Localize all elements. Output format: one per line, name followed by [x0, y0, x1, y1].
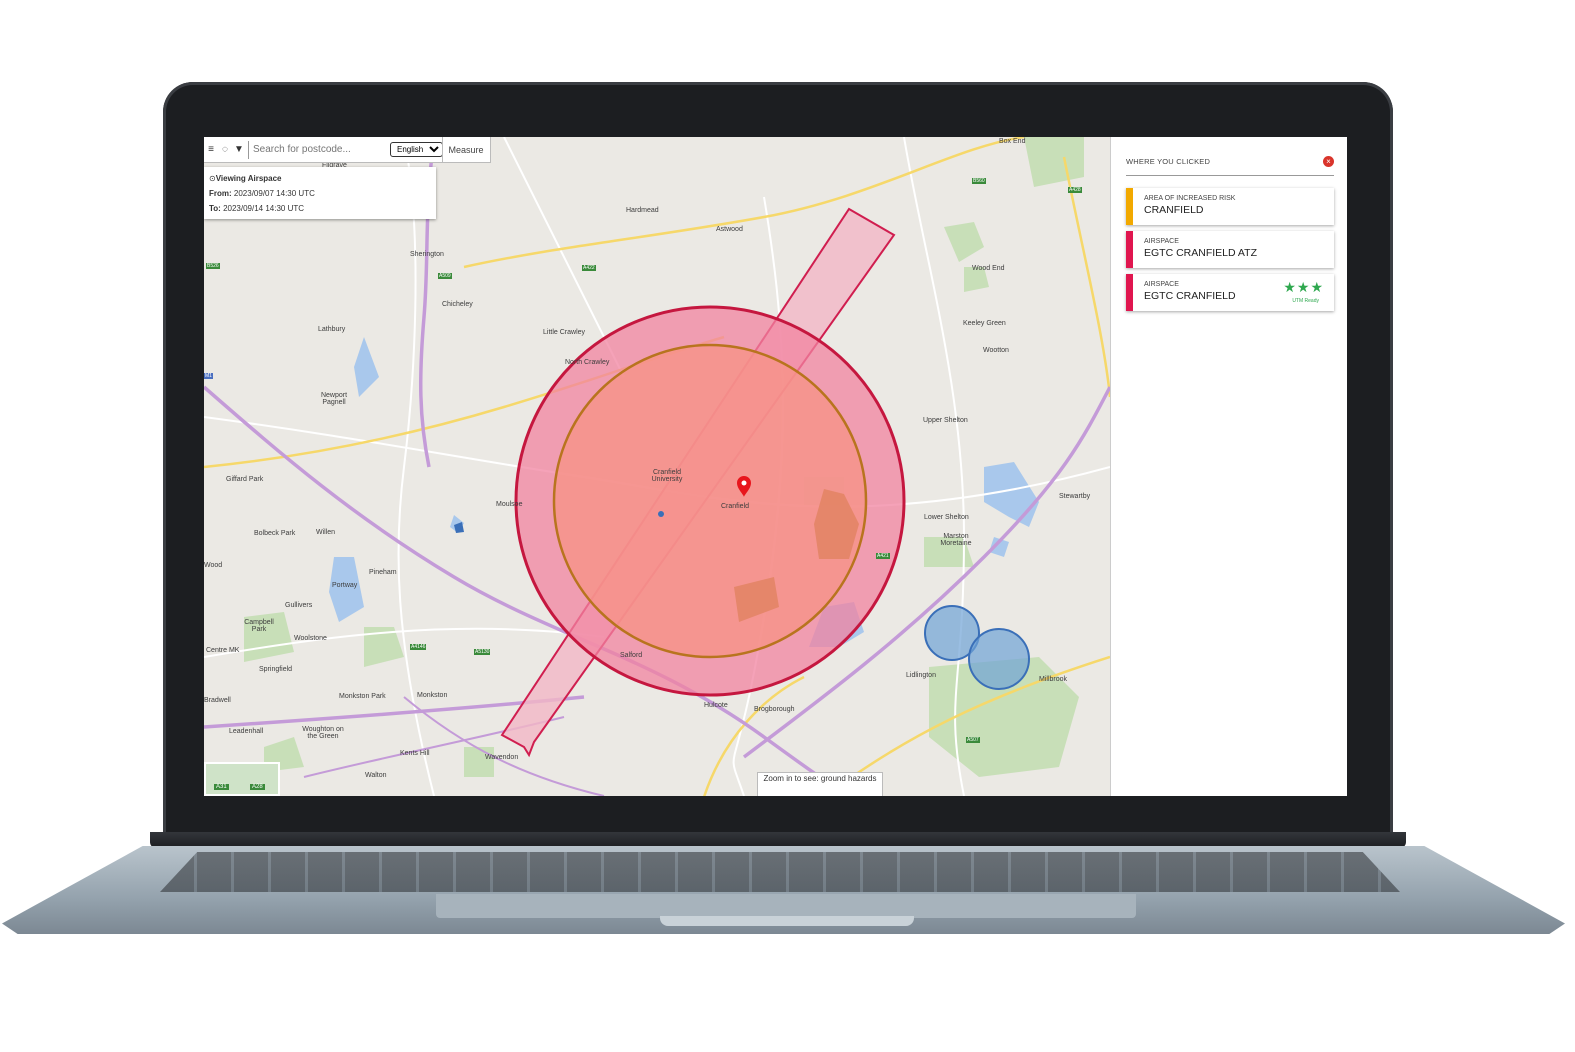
- road-label: A509: [438, 273, 452, 279]
- laptop-hinge: [150, 832, 1406, 848]
- filter-icon[interactable]: ▼: [232, 144, 246, 155]
- road-label: A5130: [474, 649, 491, 655]
- place-label: Marston Moretaine: [940, 533, 972, 547]
- place-label: Box End: [999, 138, 1026, 145]
- location-dot: [658, 511, 664, 517]
- zoom-hint: Zoom in to see: ground hazards: [757, 772, 883, 796]
- place-label: Willen: [316, 529, 336, 536]
- place-label: Stewartby: [1059, 493, 1091, 500]
- road-label: A422: [582, 265, 596, 271]
- minimap-label: A28: [250, 784, 265, 790]
- airspace-color-bar: [1126, 274, 1133, 311]
- place-label: Walton: [365, 772, 387, 779]
- place-label: Leadenhall: [229, 728, 264, 735]
- place-label: Cranfield University: [651, 469, 683, 483]
- place-label: Woughton on the Green: [302, 726, 344, 740]
- result-name: EGTC CRANFIELD ATZ: [1144, 247, 1257, 259]
- place-label: Woolstone: [294, 635, 327, 642]
- map-toolbar: ≡ ◌ ▼ English Measure: [204, 137, 491, 163]
- risk-color-bar: [1126, 188, 1133, 225]
- result-name: EGTC CRANFIELD: [1144, 290, 1236, 302]
- place-label: Sherington: [410, 251, 444, 258]
- language-select[interactable]: English: [390, 142, 443, 157]
- place-label: Portway: [332, 582, 358, 589]
- place-label: Millbrook: [1039, 676, 1068, 683]
- place-label: Wavendon: [485, 754, 519, 761]
- place-label: Chicheley: [442, 301, 473, 308]
- road-label: A428: [1068, 187, 1082, 193]
- place-label: Hardmead: [626, 207, 659, 214]
- map-view[interactable]: Box End Filgrave Hardmead Astwood Sherin…: [204, 137, 1110, 796]
- from-label: From:: [209, 189, 232, 198]
- panel-title: WHERE YOU CLICKED: [1126, 157, 1211, 166]
- road-label: M1: [204, 373, 213, 379]
- close-icon[interactable]: ×: [1323, 156, 1334, 167]
- result-type: AREA OF INCREASED RISK: [1144, 195, 1236, 202]
- utm-ready-badge: UTM Ready: [1292, 298, 1319, 304]
- road-label: A4146: [410, 644, 427, 650]
- place-label: Campbell Park: [244, 619, 274, 633]
- viewing-airspace-box: ⊙Viewing Airspace From: 2023/09/07 14:30…: [204, 167, 436, 219]
- hazard-circle-2: [968, 628, 1030, 690]
- place-label: Lathbury: [318, 326, 346, 333]
- road-label: A421: [876, 553, 890, 559]
- from-value: 2023/09/07 14:30 UTC: [233, 189, 315, 198]
- place-label: Lidlington: [906, 672, 936, 679]
- place-label: Pineham: [369, 569, 397, 576]
- place-label: Salford: [620, 652, 643, 659]
- place-label: Moulsoe: [496, 501, 523, 508]
- postcode-search-input[interactable]: [248, 140, 384, 159]
- place-label: Brogborough: [754, 706, 795, 713]
- airspace-atz-circle: [552, 343, 868, 659]
- airspace-color-bar: [1126, 231, 1133, 268]
- result-card[interactable]: AIRSPACE EGTC CRANFIELD ★★★ UTM Ready: [1126, 274, 1334, 311]
- place-label: Gullivers: [285, 602, 313, 609]
- place-label: Little Crawley: [543, 329, 586, 336]
- place-label: Giffard Park: [226, 476, 264, 483]
- road-label: B560: [972, 178, 986, 184]
- place-label: Bradwell: [204, 697, 231, 704]
- minimap-label: A31: [214, 784, 229, 790]
- place-label: Hulcote: [704, 702, 728, 709]
- place-label: North Crawley: [565, 359, 610, 366]
- layer-switcher-thumbnail[interactable]: A31 A28: [204, 762, 280, 796]
- laptop-trackpad: [436, 894, 1136, 918]
- place-label: Monkston: [417, 692, 448, 699]
- place-label: Wootton: [983, 347, 1009, 354]
- crosshair-icon[interactable]: ◌: [218, 144, 232, 155]
- place-label: Springfield: [259, 666, 293, 673]
- panel-header: WHERE YOU CLICKED ×: [1126, 156, 1334, 176]
- result-type: AIRSPACE: [1144, 281, 1179, 288]
- place-label: Keeley Green: [963, 320, 1006, 327]
- clock-icon: ⊙: [209, 174, 216, 183]
- place-label: Astwood: [716, 226, 743, 233]
- place-label: Upper Shelton: [923, 417, 968, 424]
- place-label: Cranfield: [721, 503, 750, 510]
- place-label: Lower Shelton: [924, 514, 969, 521]
- road-label: A507: [966, 737, 980, 743]
- place-label: Wood: [204, 562, 223, 569]
- to-value: 2023/09/14 14:30 UTC: [223, 204, 305, 213]
- star-rating-icon: ★★★: [1283, 279, 1324, 295]
- result-card[interactable]: AREA OF INCREASED RISK CRANFIELD: [1126, 188, 1334, 225]
- place-label: Wood End: [972, 265, 1005, 272]
- laptop-keyboard: [160, 852, 1400, 892]
- app-screen: Box End Filgrave Hardmead Astwood Sherin…: [204, 137, 1347, 796]
- place-label: Kents Hill: [400, 750, 430, 757]
- laptop-notch: [660, 916, 914, 926]
- measure-button[interactable]: Measure: [442, 137, 489, 162]
- viewing-title: Viewing Airspace: [215, 174, 282, 183]
- result-type: AIRSPACE: [1144, 238, 1179, 245]
- road-label: B526: [206, 263, 220, 269]
- to-label: To:: [209, 204, 221, 213]
- result-card[interactable]: AIRSPACE EGTC CRANFIELD ATZ: [1126, 231, 1334, 268]
- place-label: Newport Pagnell: [320, 392, 348, 406]
- place-label: Bolbeck Park: [254, 530, 296, 537]
- info-panel: WHERE YOU CLICKED × AREA OF INCREASED RI…: [1110, 137, 1347, 796]
- place-label: Monkston Park: [339, 693, 386, 700]
- menu-icon[interactable]: ≡: [204, 144, 218, 155]
- result-name: CRANFIELD: [1144, 204, 1204, 216]
- place-label: Centre MK: [206, 647, 240, 654]
